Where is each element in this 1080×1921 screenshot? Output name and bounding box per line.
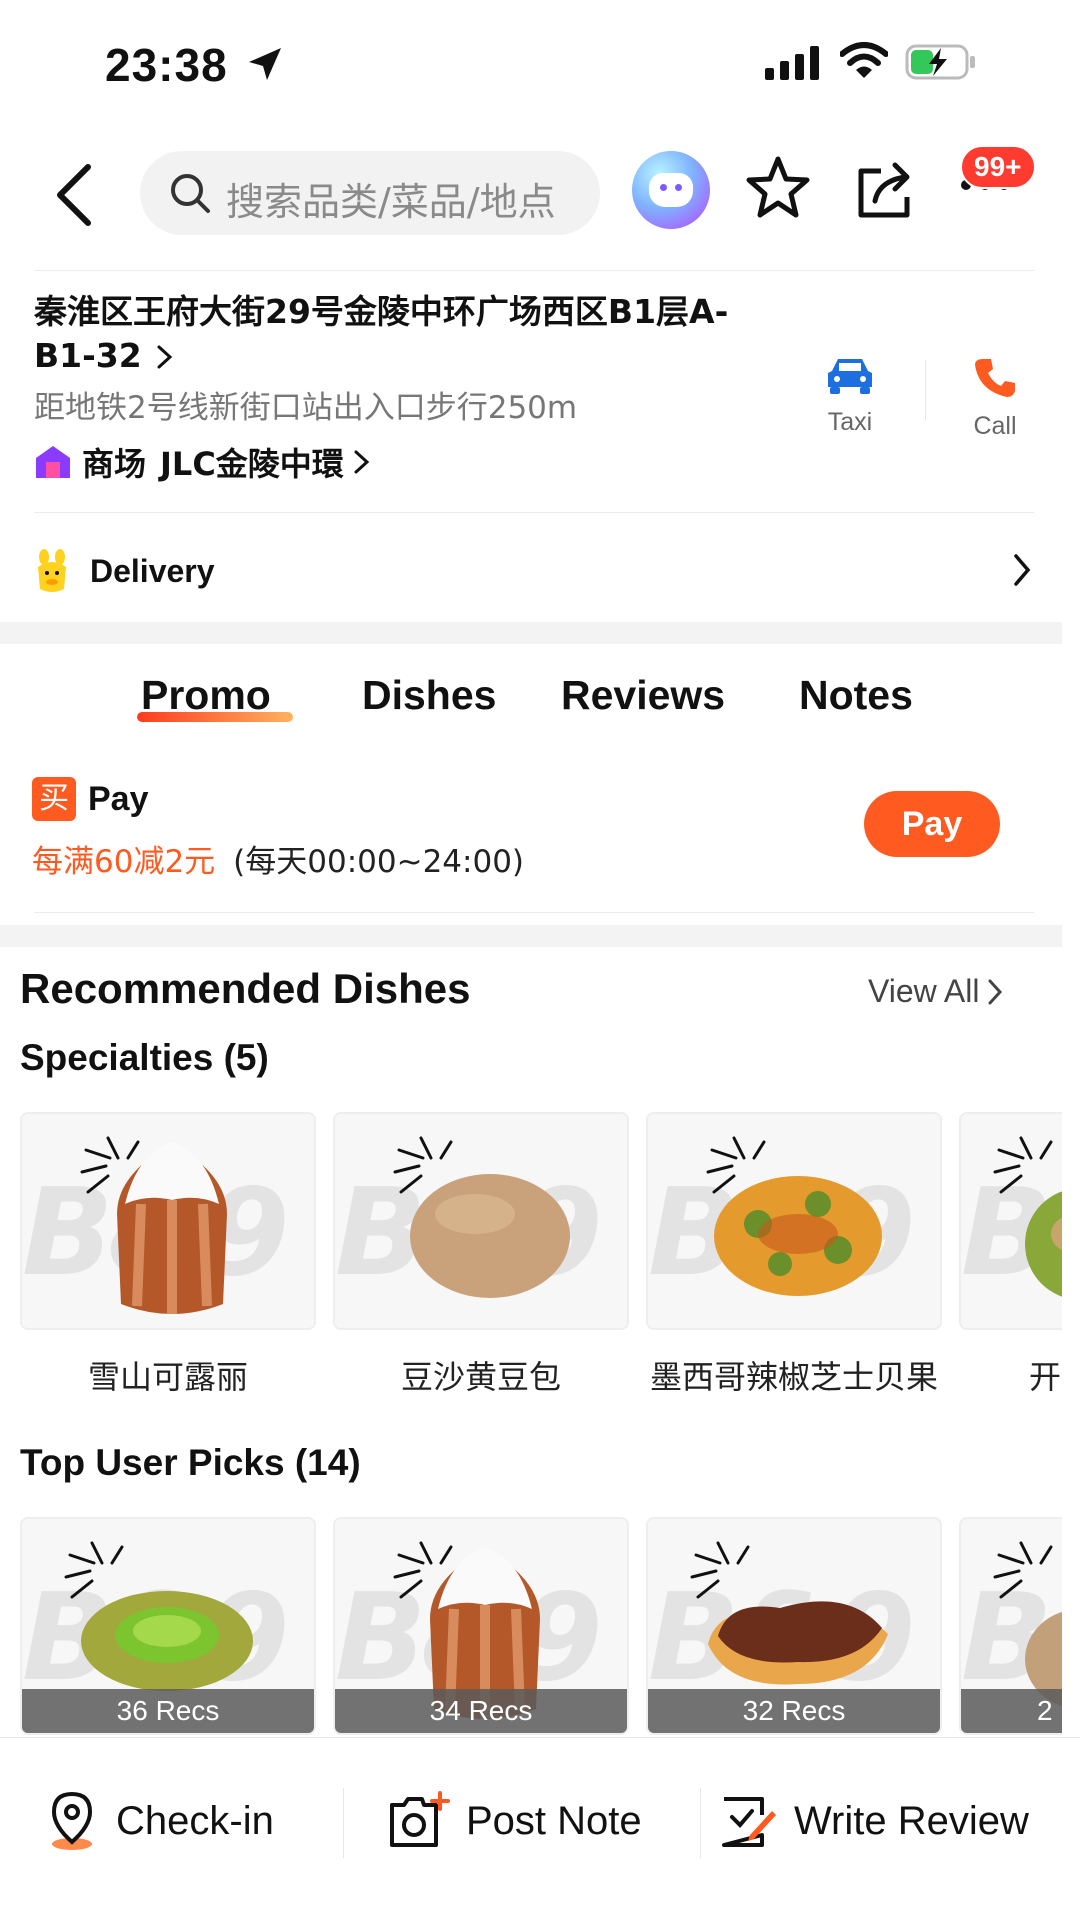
bottom-action-bar: Check-in Post Note Write Review [0,1737,1080,1921]
tab-dishes[interactable]: Dishes [362,672,496,719]
dish-name: 豆沙黄豆包 [400,1358,561,1396]
status-time: 23:38 [105,39,228,91]
dish-card[interactable]: B&9 豆沙黄豆包 [333,1112,629,1398]
dish-card[interactable]: B&9 34 Recs [333,1517,629,1735]
cat-face-icon [649,173,693,207]
recs-count: 36 Recs [22,1689,314,1733]
checkin-label: Check-in [116,1798,274,1843]
post-note-label: Post Note [466,1798,642,1843]
dish-card[interactable]: B&9 开 [959,1112,1062,1398]
promo-time-range: (每天00:00~24:00) [233,844,525,880]
dish-card[interactable]: B&9 32 Recs [646,1517,942,1735]
wifi-icon [839,42,889,85]
mall-link[interactable]: 商场 JLC金陵中環 [34,440,372,484]
delivery-kangaroo-icon [38,549,66,592]
specialties-title: Specialties (5) [20,1037,269,1078]
mall-icon [36,446,70,478]
specialties-row: B&9 雪山可露丽 B&9 豆沙黄豆包 B&9 [0,1112,1062,1402]
phone-icon [975,359,1015,397]
recommended-dishes-title: Recommended Dishes [20,965,471,1012]
address-text: 秦淮区王府大街29号金陵中环广场西区B1层A-B1-32 [34,292,729,375]
favorite-star-icon[interactable] [745,155,811,224]
recs-count: 32 Recs [648,1689,940,1733]
view-all-label: View All [868,973,980,1009]
top-user-picks-row: B&9 36 Recs B&9 34 Recs B&9 [0,1517,1062,1737]
buy-tag-icon: 买 [32,777,76,821]
write-review-button[interactable]: Write Review [718,1786,1029,1856]
chevron-right-icon [988,979,1003,1004]
promo-title: Pay [88,780,149,818]
pistachio-tart-image: B&9 36 Recs [20,1517,316,1735]
pastry-image: B&9 [959,1112,1062,1330]
dish-card[interactable]: B&9 2 [959,1517,1062,1735]
tab-reviews[interactable]: Reviews [561,672,725,719]
call-button[interactable]: Call [950,355,1040,441]
top-nav: 搜索品类/菜品/地点 99+ [0,145,1080,245]
post-note-button[interactable]: Post Note [388,1786,642,1856]
active-tab-indicator [137,712,293,722]
location-pin-icon [51,1791,93,1850]
dish-name: 雪山可露丽 [87,1358,248,1396]
ai-assistant-avatar[interactable] [632,151,710,229]
dish-card[interactable]: B&9 墨西哥辣椒芝士贝果 [646,1112,942,1398]
search-icon [168,171,212,220]
delivery-label: Delivery [90,552,215,589]
section-gap [0,622,1062,644]
recs-count: 34 Recs [335,1689,627,1733]
dish-card[interactable]: B&9 36 Recs [20,1517,316,1735]
canele-image: B&9 [20,1112,316,1330]
share-icon[interactable] [855,157,915,224]
divider [34,912,1034,913]
top-user-picks-title: Top User Picks (14) [20,1442,361,1483]
tab-notes[interactable]: Notes [799,672,913,719]
view-all-link[interactable]: View All [868,973,1005,1010]
search-input[interactable]: 搜索品类/菜品/地点 [140,151,600,235]
location-arrow-icon [245,44,285,89]
write-review-label: Write Review [794,1798,1029,1843]
section-gap [0,925,1062,947]
cellular-signal-icon [765,46,821,85]
camera-plus-icon [390,1791,450,1847]
car-icon [828,359,872,394]
status-bar: 23:38 [0,0,1080,130]
divider [34,270,1034,271]
mall-prefix: 商场 [82,445,147,483]
battery-charging-icon [905,44,977,85]
promo-offer: 每满60减2元 (每天00:00~24:00) [32,836,524,881]
recs-count: 2 [961,1689,1062,1733]
chevron-right-icon [1014,554,1031,586]
bagel-image: B&9 [646,1112,942,1330]
checkin-button[interactable]: Check-in [44,1786,274,1856]
divider [925,360,926,420]
subway-distance: 距地铁2号线新街口站出入口步行250m [34,390,578,426]
taxi-label: Taxi [827,408,873,436]
shop-address[interactable]: 秦淮区王府大街29号金陵中环广场西区B1层A-B1-32 [34,290,754,378]
search-placeholder: 搜索品类/菜品/地点 [226,180,556,224]
bun-image: B&9 [333,1112,629,1330]
dish-name: 墨西哥辣椒芝士贝果 [649,1358,938,1396]
divider [34,512,1034,513]
dish-card[interactable]: B&9 雪山可露丽 [20,1112,316,1398]
mall-name: JLC金陵中環 [160,445,344,483]
taxi-button[interactable]: Taxi [805,355,895,437]
divider [700,1788,701,1858]
canele-image: B&9 34 Recs [333,1517,629,1735]
notification-badge: 99+ [960,145,1036,189]
chocolate-pastry-image: B&9 32 Recs [646,1517,942,1735]
call-label: Call [973,412,1017,440]
promo-offer-text: 每满60减2元 [32,844,216,880]
pay-button[interactable]: Pay [864,791,1000,857]
delivery-row[interactable]: Delivery [34,540,1034,602]
pastry-image: B&9 2 [959,1517,1062,1735]
back-button[interactable] [48,159,108,229]
divider [343,1788,344,1858]
edit-review-icon [722,1797,776,1847]
dish-name: 开 [1029,1358,1062,1396]
